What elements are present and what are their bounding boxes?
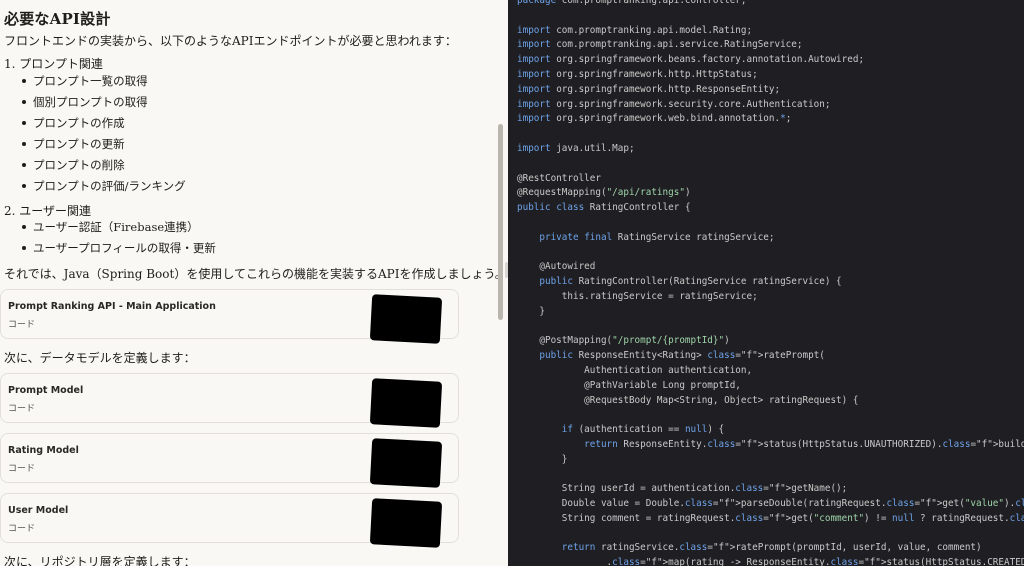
code-line: @RequestBody Map<String, Object> ratingR… [517, 394, 859, 406]
list-item: プロンプトの更新 [22, 136, 125, 152]
repo-intro-text: 次に、リポジトリ層を定義します： [4, 555, 196, 566]
artifact-card-prompt-model[interactable]: Prompt Model コード [0, 373, 459, 428]
code-line: } [517, 305, 545, 317]
bullet-icon [22, 79, 26, 83]
code-line: import org.springframework.beans.factory… [517, 54, 865, 66]
scrollbar-thumb[interactable] [498, 124, 503, 320]
document-pane: 必要なAPI設計 フロントエンドの実装から、以下のようなAPIエンドポイントが必… [0, 0, 508, 566]
artifact-title: User Model [8, 505, 69, 516]
code-line: import org.springframework.http.Response… [517, 83, 781, 95]
code-viewer-pane: package com.promptranking.api.controller… [508, 0, 1024, 566]
code-line: import org.springframework.http.HttpStat… [517, 68, 758, 80]
artifact-subtitle: コード [8, 320, 36, 330]
code-line: return ResponseEntity.class="f">status(H… [584, 438, 1024, 450]
list-title-prompts: 1. プロンプト関連 [4, 57, 103, 71]
code-line: String comment = ratingRequest.class="f"… [517, 512, 1024, 524]
code-line: import org.springframework.web.bind.anno… [517, 113, 792, 125]
bullet-icon [22, 121, 26, 125]
artifact-subtitle: コード [8, 404, 36, 414]
bullet-icon [22, 100, 26, 104]
code-line: @Autowired [517, 261, 596, 273]
code-line: package com.promptranking.api.controller… [517, 0, 747, 6]
artifact-title: Prompt Model [8, 385, 84, 396]
code-line: @PostMapping("/prompt/{promptId}") [517, 335, 730, 347]
code-block: package com.promptranking.api.controller… [517, 0, 1024, 566]
code-line: String userId = authentication.class="f"… [517, 483, 848, 495]
code-line: } [517, 453, 568, 465]
artifact-card-main-application[interactable]: Prompt Ranking API - Main Application コー… [0, 289, 459, 344]
artifact-card-rating-model[interactable]: Rating Model コード [0, 433, 459, 488]
artifact-thumbnail [369, 438, 443, 488]
code-line: @PathVariable Long promptId, [517, 379, 741, 391]
code-line: @RestController [517, 172, 601, 184]
list-item: 個別プロンプトの取得 [22, 94, 148, 110]
artifact-thumbnail [369, 294, 443, 344]
artifact-card-user-model[interactable]: User Model コード [0, 493, 459, 548]
artifact-title: Prompt Ranking API - Main Application [8, 301, 216, 312]
artifact-thumbnail [369, 378, 443, 428]
lead-text: それでは、Java（Spring Boot）を使用してこれらの機能を実装するAP… [4, 267, 507, 281]
code-line: public ResponseEntity<Rating> class="f">… [539, 350, 825, 362]
bullet-icon [22, 246, 26, 250]
bullet-icon [22, 225, 26, 229]
artifact-thumbnail [369, 498, 443, 548]
list-item: プロンプトの削除 [22, 157, 125, 173]
code-line: import org.springframework.security.core… [517, 98, 831, 110]
list-title-users: 2. ユーザー関連 [4, 204, 92, 218]
artifact-subtitle: コード [8, 524, 36, 534]
code-line: Double value = Double.class="f">parseDou… [517, 498, 1024, 510]
code-line: import java.util.Map; [517, 142, 635, 154]
code-line: import com.promptranking.api.service.Rat… [517, 39, 803, 51]
code-line: return ratingService.class="f">ratePromp… [561, 542, 982, 554]
list-item: ユーザープロフィールの取得・更新 [22, 240, 216, 256]
artifact-title: Rating Model [8, 445, 79, 456]
code-line: private final RatingService ratingServic… [539, 231, 775, 243]
bullet-icon [22, 142, 26, 146]
list-item: プロンプト一覧の取得 [22, 73, 148, 89]
code-line: this.ratingService = ratingService; [517, 290, 758, 302]
code-line: .class="f">map(rating -> ResponseEntity.… [517, 557, 1024, 566]
code-line: import com.promptranking.api.model.Ratin… [517, 24, 753, 36]
intro-text: フロントエンドの実装から、以下のようなAPIエンドポイントが必要と思われます： [4, 34, 457, 48]
list-item: プロンプトの評価/ランキング [22, 178, 186, 194]
code-line: Authentication authentication, [517, 364, 753, 376]
artifact-subtitle: コード [8, 464, 36, 474]
code-line: if (authentication == null) { [561, 424, 725, 436]
list-item: プロンプトの作成 [22, 115, 125, 131]
bullet-icon [22, 163, 26, 167]
code-line: public class RatingController { [517, 202, 691, 214]
models-intro-text: 次に、データモデルを定義します： [4, 351, 196, 365]
list-item: ユーザー認証（Firebase連携） [22, 219, 199, 235]
bullet-icon [22, 184, 26, 188]
section-heading: 必要なAPI設計 [4, 10, 111, 28]
code-line: @RequestMapping("/api/ratings") [517, 187, 691, 199]
code-line: public RatingController(RatingService ra… [539, 276, 842, 288]
